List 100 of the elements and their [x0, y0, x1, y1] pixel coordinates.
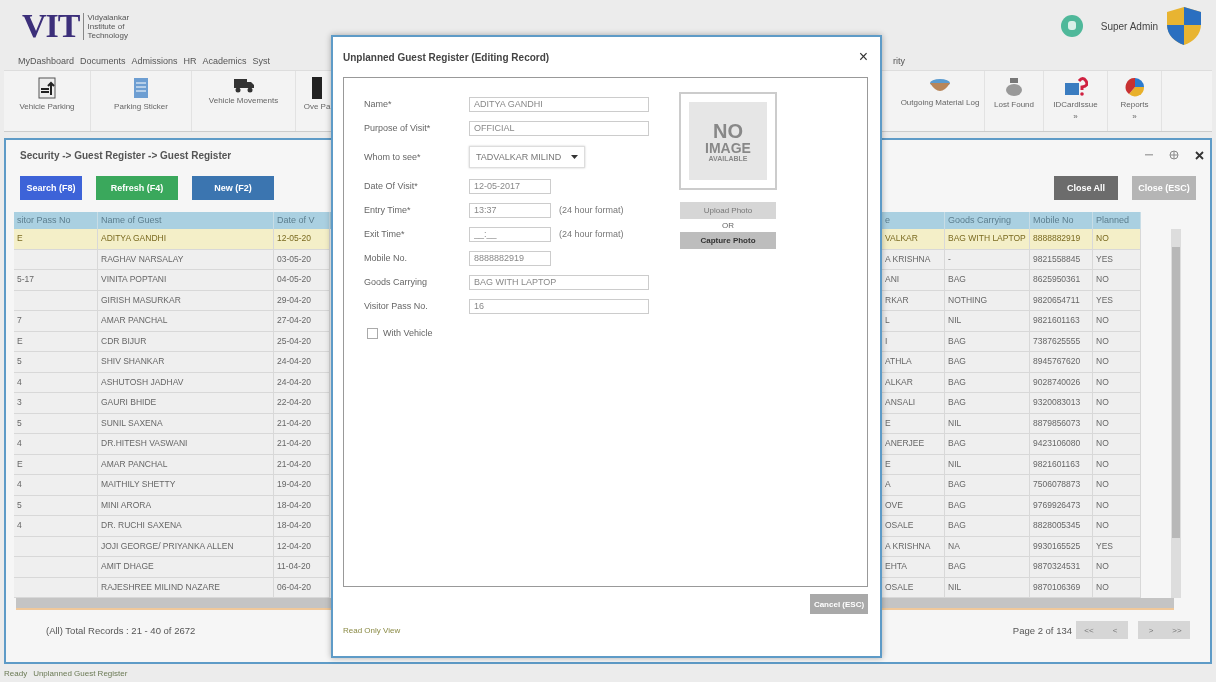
table-cell: 21-04-20	[274, 413, 330, 434]
table-cell: ANSALI	[882, 393, 945, 414]
table-cell: BAG	[945, 331, 1030, 352]
field-label: Date Of Visit*	[364, 181, 419, 191]
table-cell: 18-04-20	[274, 516, 330, 537]
mode-label: Read Only View	[343, 626, 402, 635]
table-cell: ANI	[882, 270, 945, 291]
table-cell: 7506078873	[1030, 475, 1093, 496]
table-cell: A KRISHNA	[882, 536, 945, 557]
table-cell: 19-04-20	[274, 475, 330, 496]
table-cell: ATHLA	[882, 352, 945, 373]
table-cell: NO	[1093, 393, 1141, 414]
toolbar-label: Vehicle Movements	[208, 96, 279, 105]
field-label: Entry Time*	[364, 205, 412, 215]
table-cell: 9320083013	[1030, 393, 1093, 414]
toolbar-label: Ove Pa	[303, 102, 331, 111]
table-cell: 11-04-20	[274, 557, 330, 578]
table-cell: 21-04-20	[274, 434, 330, 455]
table-cell: 7387625555	[1030, 331, 1093, 352]
or-text: OR	[722, 221, 734, 230]
table-cell: BAG	[945, 557, 1030, 578]
table-cell: ALKAR	[882, 372, 945, 393]
field-label: Whom to see*	[364, 152, 422, 162]
table-cell: NA	[945, 536, 1030, 557]
table-cell: DR. RUCHI SAXENA	[98, 516, 274, 537]
table-cell: AMIT DHAGE	[98, 557, 274, 578]
table-cell: CDR BIJUR	[98, 331, 274, 352]
table-cell: 4	[14, 434, 98, 455]
table-cell: NO	[1093, 352, 1141, 373]
table-cell: E	[14, 331, 98, 352]
table-cell: NO	[1093, 331, 1141, 352]
table-cell: 3	[14, 393, 98, 414]
table-cell: NOTHING	[945, 290, 1030, 311]
table-cell: ADITYA GANDHI	[98, 229, 274, 250]
table-cell: 9028740026	[1030, 372, 1093, 393]
field-label: Mobile No.	[364, 253, 409, 263]
table-cell: GAURI BHIDE	[98, 393, 274, 414]
table-cell: I	[882, 331, 945, 352]
table-cell: OSALE	[882, 516, 945, 537]
table-cell: BAG	[945, 372, 1030, 393]
table-cell: NO	[1093, 516, 1141, 537]
table-cell: NO	[1093, 434, 1141, 455]
table-cell: GIRISH MASURKAR	[98, 290, 274, 311]
no-image-text: IMAGE	[705, 140, 751, 155]
toolbar-label: IDCardIssue	[1053, 100, 1098, 109]
table-cell: 7	[14, 311, 98, 332]
table-cell: BAG	[945, 516, 1030, 537]
table-cell: SUNIL SAXENA	[98, 413, 274, 434]
table-cell: 24-04-20	[274, 352, 330, 373]
table-cell: BAG WITH LAPTOP	[945, 229, 1030, 250]
more-arrow: »	[1132, 112, 1137, 121]
table-cell: 9870324531	[1030, 557, 1093, 578]
table-cell: YES	[1093, 536, 1141, 557]
table-cell: E	[882, 413, 945, 434]
table-cell: SHIV SHANKAR	[98, 352, 274, 373]
table-cell: DR.HITESH VASWANI	[98, 434, 274, 455]
table-cell: 9820654711	[1030, 290, 1093, 311]
table-cell: A	[882, 475, 945, 496]
table-cell: BAG	[945, 393, 1030, 414]
table-cell: 18-04-20	[274, 495, 330, 516]
table-cell: NIL	[945, 311, 1030, 332]
table-cell: NIL	[945, 454, 1030, 475]
page-info: Page 2 of 134	[1012, 624, 1072, 636]
field-label: Name*	[364, 99, 393, 109]
table-cell: 21-04-20	[274, 454, 330, 475]
table-cell: L	[882, 311, 945, 332]
table-cell: 12-05-20	[274, 229, 330, 250]
field-label: Purpose of Visit*	[364, 123, 432, 133]
table-cell: E	[14, 454, 98, 475]
table-cell: 9930165525	[1030, 536, 1093, 557]
table-cell: NO	[1093, 270, 1141, 291]
table-cell: 8879856073	[1030, 413, 1093, 434]
table-cell: 27-04-20	[274, 311, 330, 332]
table-cell: 9769926473	[1030, 495, 1093, 516]
table-cell: BAG	[945, 352, 1030, 373]
table-cell: NO	[1093, 475, 1141, 496]
table-cell: 29-04-20	[274, 290, 330, 311]
table-cell: NO	[1093, 311, 1141, 332]
table-cell: 24-04-20	[274, 372, 330, 393]
table-cell: BAG	[945, 495, 1030, 516]
table-cell: 9423106080	[1030, 434, 1093, 455]
table-cell: 12-04-20	[274, 536, 330, 557]
table-cell: 06-04-20	[274, 577, 330, 598]
toolbar-label: Lost Found	[994, 100, 1034, 109]
table-cell: JOJI GEORGE/ PRIYANKA ALLEN	[98, 536, 274, 557]
table-cell: NO	[1093, 557, 1141, 578]
table-cell: RAJESHREE MILIND NAZARE	[98, 577, 274, 598]
logo: VIT	[22, 7, 80, 45]
table-cell: YES	[1093, 249, 1141, 270]
toolbar-label: Reports	[1120, 100, 1149, 109]
field-label: Exit Time*	[364, 229, 406, 239]
table-cell: 04-05-20	[274, 270, 330, 291]
table-cell: 9821558845	[1030, 249, 1093, 270]
table-cell: 8888882919	[1030, 229, 1093, 250]
table-cell: -	[945, 249, 1030, 270]
table-cell: 5	[14, 413, 98, 434]
table-cell: NO	[1093, 454, 1141, 475]
table-cell: NIL	[945, 413, 1030, 434]
table-cell: MAITHILY SHETTY	[98, 475, 274, 496]
table-cell: 8828005345	[1030, 516, 1093, 537]
